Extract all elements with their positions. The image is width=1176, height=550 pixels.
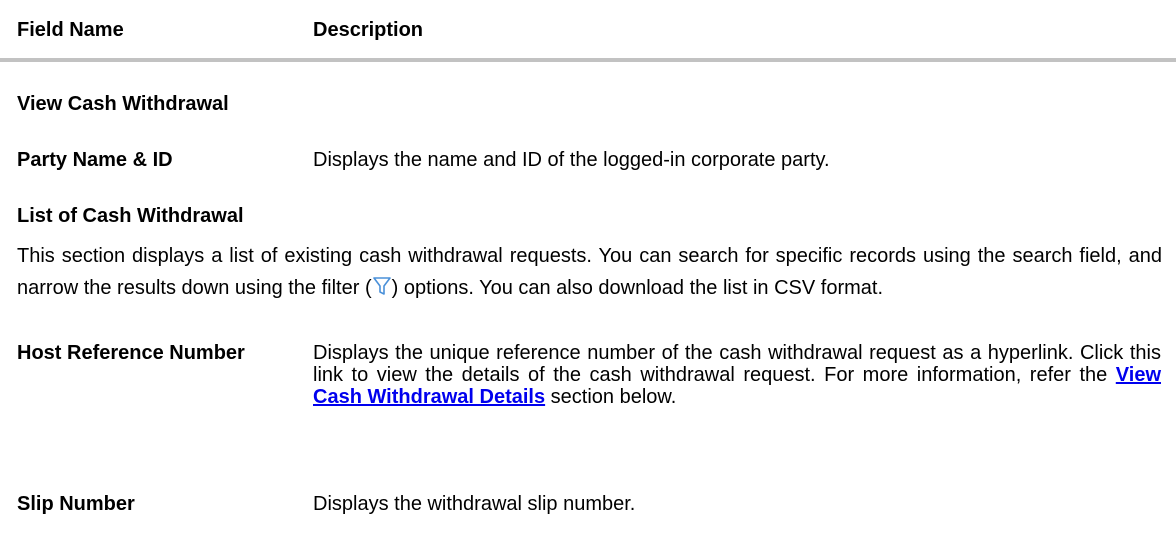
list-section-paragraph: This section displays a list of existing… xyxy=(17,240,1162,304)
list-para-text-2: ) options. You can also download the lis… xyxy=(391,277,884,299)
description-header: Description xyxy=(313,19,424,41)
slip-number-label: Slip Number xyxy=(17,493,135,515)
filter-icon xyxy=(372,275,392,297)
host-reference-label: Host Reference Number xyxy=(17,342,245,364)
host-ref-text-2: section below. xyxy=(545,386,677,408)
slip-number-description: Displays the withdrawal slip number. xyxy=(313,493,636,515)
host-ref-text-1: Displays the unique reference number of … xyxy=(313,342,1161,386)
host-reference-description: Displays the unique reference number of … xyxy=(313,342,1161,408)
list-of-cash-withdrawal-heading: List of Cash Withdrawal xyxy=(17,205,244,227)
party-name-description: Displays the name and ID of the logged-i… xyxy=(313,149,830,171)
document-page: Field Name Description View Cash Withdra… xyxy=(0,0,1176,550)
party-name-label: Party Name & ID xyxy=(17,149,173,171)
view-cash-withdrawal-heading: View Cash Withdrawal xyxy=(17,93,229,115)
field-name-header: Field Name xyxy=(17,19,124,41)
table-header: Field Name Description xyxy=(0,0,1176,62)
